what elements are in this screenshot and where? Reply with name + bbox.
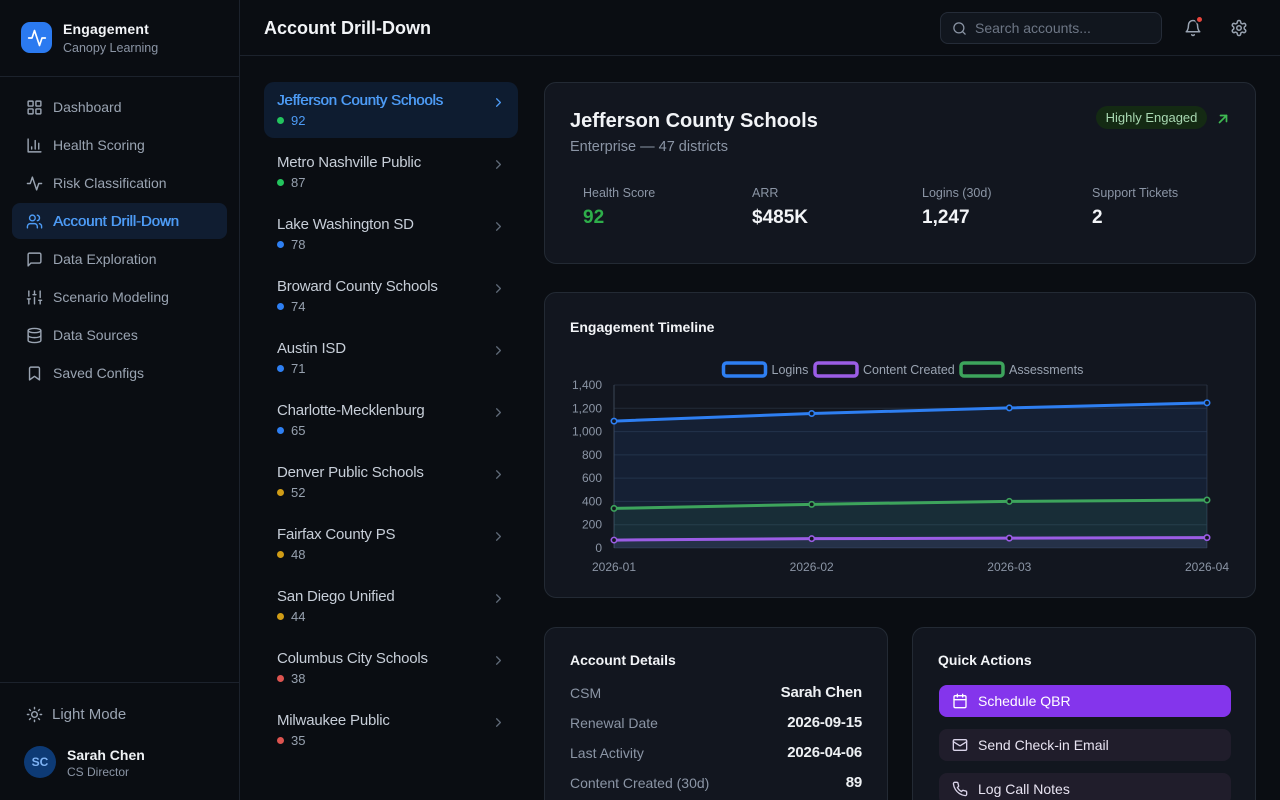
svg-text:600: 600: [582, 471, 602, 485]
svg-text:800: 800: [582, 448, 602, 462]
svg-text:1,200: 1,200: [572, 401, 602, 415]
svg-text:0: 0: [595, 541, 602, 555]
svg-text:2026-03: 2026-03: [987, 560, 1031, 574]
svg-text:Assessments: Assessments: [1009, 363, 1083, 377]
svg-text:200: 200: [582, 518, 602, 532]
svg-text:1,400: 1,400: [572, 378, 602, 392]
svg-text:1,000: 1,000: [572, 425, 602, 439]
svg-text:2026-01: 2026-01: [592, 560, 636, 574]
svg-text:2026-04: 2026-04: [1185, 560, 1229, 574]
svg-text:Logins: Logins: [772, 363, 809, 377]
svg-text:400: 400: [582, 494, 602, 508]
svg-text:Content Created: Content Created: [863, 363, 955, 377]
svg-text:2026-02: 2026-02: [790, 560, 834, 574]
